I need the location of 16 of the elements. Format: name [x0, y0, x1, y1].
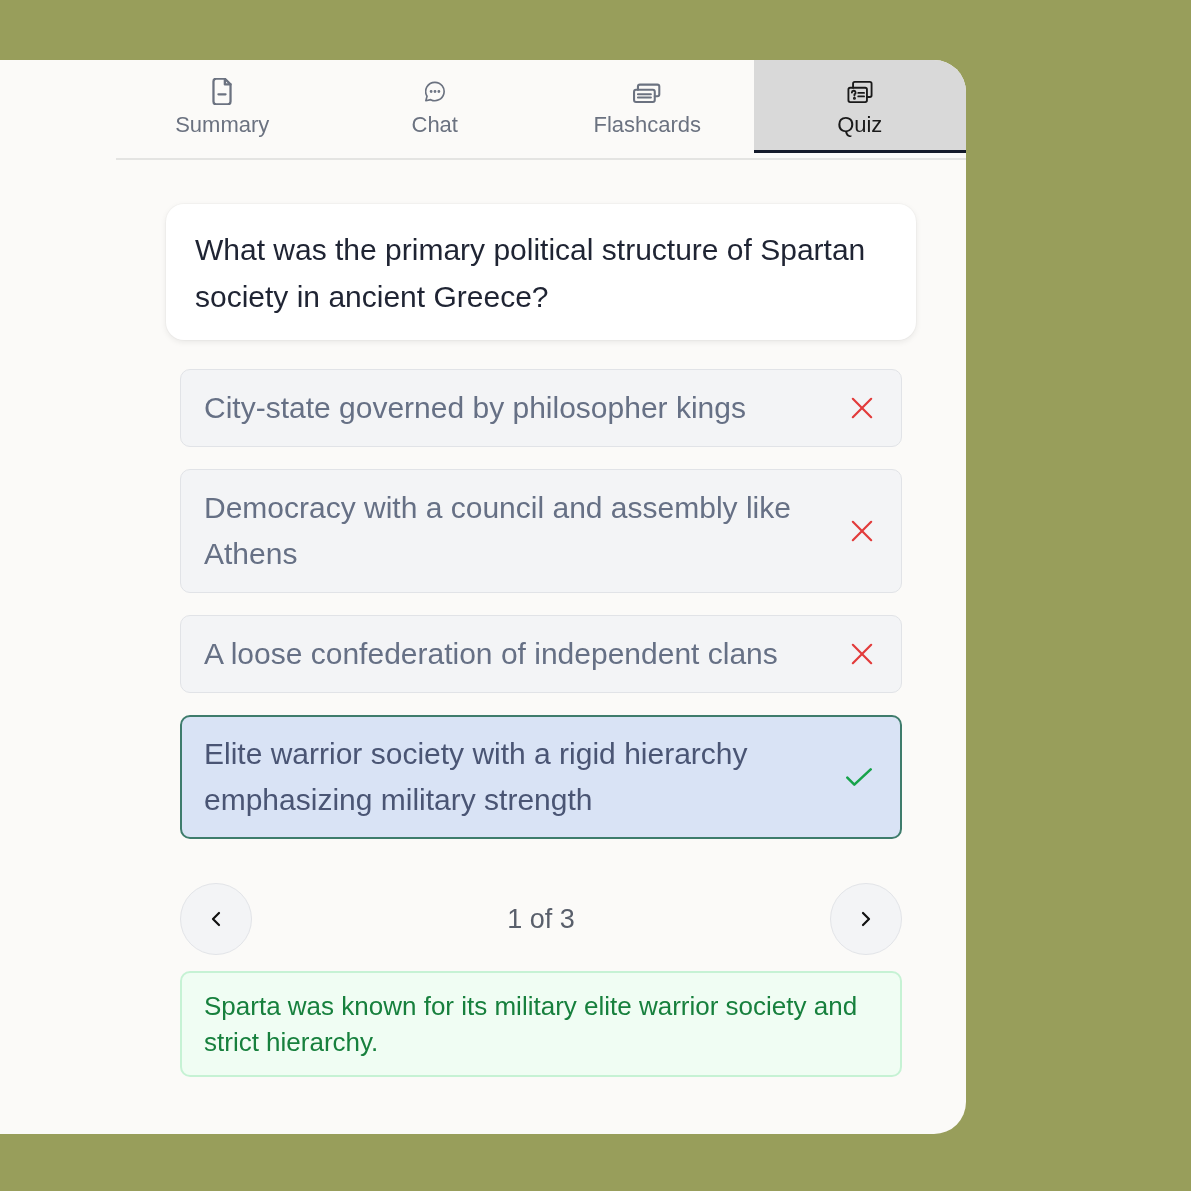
tab-button[interactable]: Chat: [328, 60, 541, 153]
tab-button[interactable]: Flashcards: [541, 60, 754, 153]
chevron-left-icon: [211, 911, 221, 927]
page-counter: 1 of 3: [507, 903, 575, 935]
tab-button[interactable]: Summary: [116, 60, 329, 153]
question-card: What was the primary political structure of Spartan society in ancient Greece?: [166, 204, 916, 340]
document-icon: [212, 78, 233, 105]
quiz-card-icon: [845, 81, 874, 103]
tab-button[interactable]: Quiz: [753, 60, 966, 153]
answer-option[interactable]: Elite warrior society with a rigid hierarchy emphasizing military strength: [180, 715, 902, 839]
chevron-right-icon: [861, 911, 871, 927]
answer-option[interactable]: A loose confederation of independent clans: [180, 615, 902, 693]
explanation-message: Sparta was known for its military elite warrior society and strict hierarchy.: [180, 971, 902, 1077]
answer-option[interactable]: City-state governed by philosopher kings: [180, 369, 902, 447]
stacked-cards-icon: [633, 81, 662, 103]
answer-option[interactable]: Democracy with a council and assembly like Athens: [180, 469, 902, 593]
